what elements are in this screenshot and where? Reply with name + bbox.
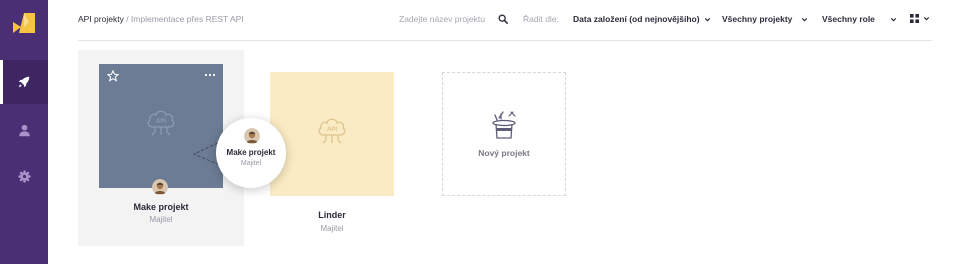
toolbar-divider	[78, 40, 932, 41]
star-icon[interactable]	[107, 70, 119, 82]
search-icon[interactable]	[498, 14, 508, 24]
breadcrumb-root[interactable]: API projekty	[78, 14, 124, 24]
projects-filter-dropdown[interactable]: Všechny projekty	[722, 14, 809, 24]
project-role: Majitel	[320, 224, 344, 233]
new-project-label: Nový projekt	[478, 148, 530, 158]
popup-project-name: Make projekt	[226, 148, 276, 157]
project-role: Majitel	[149, 215, 173, 224]
rocket-icon	[18, 76, 30, 88]
projects-filter-value: Všechny projekty	[722, 14, 793, 24]
breadcrumb: API projekty / Implementace přes REST AP…	[78, 14, 244, 24]
roles-filter-dropdown[interactable]: Všechny role	[822, 14, 898, 24]
chevron-down-icon	[890, 17, 897, 21]
project-tile-linder[interactable]: API	[270, 72, 394, 196]
sidebar-item-settings[interactable]	[0, 154, 48, 198]
project-tile-make[interactable]: API	[99, 64, 223, 188]
lightning-logo[interactable]	[13, 13, 35, 33]
popup-project-role: Majitel	[240, 160, 262, 167]
more-options-icon[interactable]	[204, 72, 216, 78]
user-icon	[18, 124, 30, 136]
sidebar-item-users[interactable]	[0, 108, 48, 152]
chevron-down-icon	[802, 17, 808, 21]
avatar	[152, 179, 168, 195]
api-cloud-icon: API	[318, 118, 346, 144]
view-toggle[interactable]	[910, 14, 931, 23]
api-cloud-icon: API	[147, 110, 175, 136]
sidebar	[0, 0, 48, 264]
magic-hat-icon	[492, 111, 516, 139]
svg-text:API: API	[327, 127, 337, 133]
sidebar-item-projects[interactable]	[0, 60, 48, 104]
sort-dropdown[interactable]: Data založení (od nejnovějšího)	[573, 14, 712, 24]
project-name[interactable]: Linder	[270, 210, 394, 220]
chevron-down-icon	[923, 17, 930, 21]
grid-view-icon	[910, 14, 919, 23]
project-name[interactable]: Make projekt	[99, 202, 223, 212]
breadcrumb-current: Implementace přes REST API	[130, 14, 244, 24]
svg-text:API: API	[156, 119, 166, 125]
chevron-down-icon	[704, 17, 710, 21]
gear-icon	[17, 169, 31, 183]
breadcrumb-separator: /	[123, 14, 131, 24]
new-project-button[interactable]: Nový projekt	[442, 72, 566, 196]
roles-filter-value: Všechny role	[822, 14, 875, 24]
sort-label: Řadit dle:	[523, 14, 559, 24]
toolbar: API projekty / Implementace přes REST AP…	[48, 0, 970, 40]
sort-dropdown-value: Data založení (od nejnovějšího)	[573, 14, 700, 24]
avatar	[244, 128, 260, 144]
search-input[interactable]	[399, 10, 495, 28]
